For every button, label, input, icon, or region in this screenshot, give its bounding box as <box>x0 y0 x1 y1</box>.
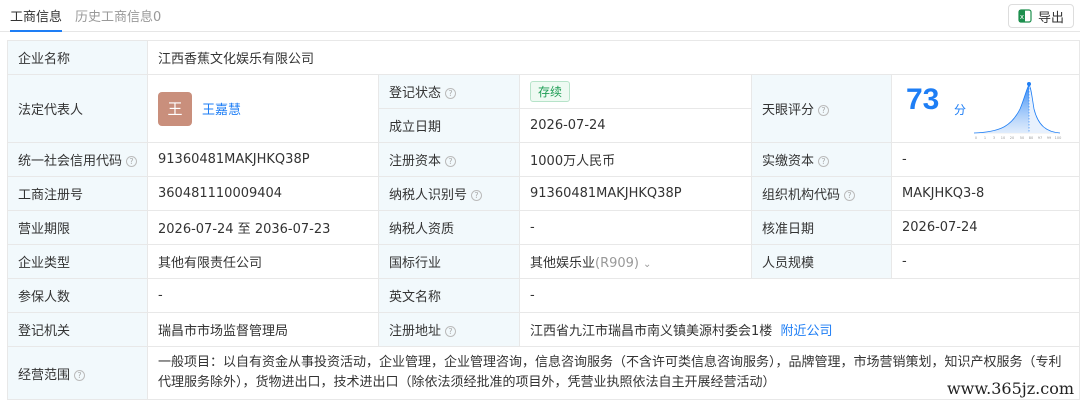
help-icon[interactable]: ? <box>445 156 457 167</box>
value-company-type: 其他有限责任公司 <box>147 244 379 279</box>
help-icon[interactable]: ? <box>471 190 483 201</box>
industry-dropdown[interactable]: 其他娱乐业(R909) ⌄ <box>519 244 752 279</box>
chevron-down-icon: ⌄ <box>643 259 652 270</box>
label-company-name: 企业名称 <box>7 40 148 75</box>
label-taxpayer-qual: 纳税人资质 <box>378 210 520 245</box>
score-cell[interactable]: 73 分 0 1 3 10 20 50 80 97 99 100 <box>890 74 1080 143</box>
value-paid-capital: - <box>890 142 1080 177</box>
label-industry: 国标行业 <box>378 244 520 279</box>
label-staff-size: 人员规模 <box>751 244 892 279</box>
label-biz-reg-no: 工商注册号 <box>7 176 148 211</box>
svg-text:10: 10 <box>1001 136 1005 140</box>
status-badge: 存续 <box>530 81 571 102</box>
tab-history-business-info[interactable]: 历史工商信息0 <box>75 6 161 25</box>
svg-text:97: 97 <box>1038 136 1042 140</box>
industry-value: 其他娱乐业 <box>530 256 596 271</box>
value-company-name: 江西香蕉文化娱乐有限公司 <box>146 40 1080 75</box>
value-reg-capital: 1000万人民币 <box>519 142 752 177</box>
help-icon[interactable]: ? <box>445 88 457 99</box>
value-approval-date: 2026-07-24 <box>890 210 1080 245</box>
business-info-table: 企业名称 江西香蕉文化娱乐有限公司 法定代表人 王 王嘉慧 登记状态? 存续 天… <box>7 40 1080 400</box>
legal-rep-cell: 王 王嘉慧 <box>147 74 379 143</box>
address-cell: 江西省九江市瑞昌市南义镇美源村委会1楼 附近公司 <box>518 312 1080 347</box>
help-icon[interactable]: ? <box>126 156 138 167</box>
label-org-code: 组织机构代码? <box>751 176 892 211</box>
label-term: 营业期限 <box>7 210 148 245</box>
svg-text:0: 0 <box>975 136 977 140</box>
value-org-code: MAKJHKQ3-8 <box>890 176 1080 211</box>
svg-text:50: 50 <box>1020 136 1024 140</box>
label-authority: 登记机关 <box>7 312 148 347</box>
label-company-type: 企业类型 <box>7 244 148 279</box>
label-credit-code: 统一社会信用代码? <box>7 142 148 177</box>
value-biz-reg-no: 360481110009404 <box>147 176 379 211</box>
label-english-name: 英文名称 <box>378 278 520 313</box>
label-reg-status: 登记状态? <box>378 74 520 109</box>
export-label: 导出 <box>1037 10 1064 26</box>
tab-bar: 工商信息 历史工商信息0 <box>0 0 1080 32</box>
help-icon[interactable]: ? <box>445 326 457 337</box>
avatar[interactable]: 王 <box>158 91 192 126</box>
help-icon[interactable]: ? <box>74 369 86 381</box>
label-address: 注册地址? <box>378 312 520 347</box>
value-staff-size: - <box>890 244 1080 279</box>
reg-status-cell: 存续 <box>519 74 752 109</box>
label-approval-date: 核准日期 <box>751 210 892 245</box>
value-taxpayer-qual: - <box>519 210 752 245</box>
help-icon[interactable]: ? <box>818 105 830 116</box>
svg-text:3: 3 <box>993 136 995 140</box>
legal-rep-name-link[interactable]: 王嘉慧 <box>202 99 241 118</box>
value-english-name: - <box>518 278 1080 313</box>
industry-code: (R909) <box>595 256 640 271</box>
svg-text:80: 80 <box>1029 136 1033 140</box>
label-paid-capital: 实缴资本? <box>751 142 892 177</box>
watermark: www.365jz.com <box>946 379 1074 398</box>
value-address: 江西省九江市瑞昌市南义镇美源村委会1楼 <box>530 324 773 339</box>
score-unit: 分 <box>954 103 967 117</box>
score-value: 73 <box>906 83 940 116</box>
value-taxpayer-id: 91360481MAKJHKQ38P <box>519 176 752 211</box>
score-distribution-chart: 0 1 3 10 20 50 80 97 99 100 <box>973 82 1062 140</box>
label-found-date: 成立日期 <box>378 108 520 143</box>
value-insured: - <box>147 278 379 313</box>
value-found-date: 2026-07-24 <box>519 108 752 143</box>
value-authority: 瑞昌市市场监督管理局 <box>147 312 379 347</box>
svg-text:20: 20 <box>1010 136 1014 140</box>
svg-text:x: x <box>1020 13 1024 21</box>
svg-text:100: 100 <box>1055 136 1062 140</box>
label-insured: 参保人数 <box>7 278 148 313</box>
tab-business-info[interactable]: 工商信息 <box>10 6 63 32</box>
export-button[interactable]: x 导出 <box>1008 4 1074 28</box>
label-scope: 经营范围? <box>7 346 148 400</box>
svg-text:1: 1 <box>984 136 986 140</box>
label-taxpayer-id: 纳税人识别号? <box>378 176 520 211</box>
label-reg-capital: 注册资本? <box>378 142 520 177</box>
excel-icon: x <box>1018 9 1032 23</box>
label-score: 天眼评分? <box>751 74 892 143</box>
value-credit-code: 91360481MAKJHKQ38P <box>147 142 379 177</box>
help-icon[interactable]: ? <box>844 190 856 201</box>
help-icon[interactable]: ? <box>818 156 830 167</box>
svg-text:99: 99 <box>1047 136 1051 140</box>
value-term: 2026-07-24 至 2036-07-23 <box>147 210 379 245</box>
value-scope: 一般项目：以自有资金从事投资活动，企业管理，企业管理咨询，信息咨询服务（不含许可… <box>146 346 1080 400</box>
nearby-companies-link[interactable]: 附近公司 <box>781 324 833 339</box>
label-legal-rep: 法定代表人 <box>7 74 148 143</box>
